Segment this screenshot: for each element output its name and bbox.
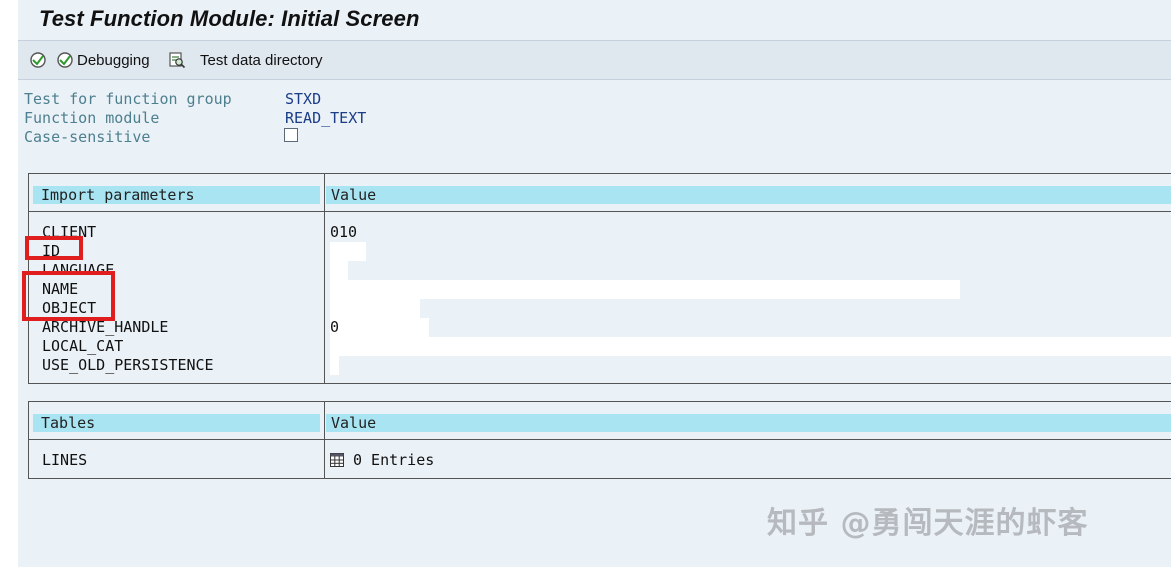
execute-button[interactable] <box>29 49 47 71</box>
table-entries-cell[interactable]: 0 Entries <box>330 451 434 470</box>
table-icon <box>330 453 344 467</box>
case-sensitive-label: Case-sensitive <box>24 128 151 146</box>
param-value-input[interactable]: 010 <box>330 223 357 242</box>
table-row-lines: LINES 0 Entries <box>29 451 1171 470</box>
param-row-client: CLIENT 010 <box>29 223 1171 242</box>
param-value-input[interactable] <box>330 299 420 318</box>
param-name: USE_OLD_PERSISTENCE <box>42 356 214 374</box>
test-data-directory-button[interactable]: Test data directory <box>168 49 323 71</box>
param-row-language: LANGUAGE <box>29 261 1171 280</box>
table-entries-count: 0 Entries <box>353 451 435 469</box>
param-value-input[interactable]: 0 <box>330 318 429 337</box>
debugging-label: Debugging <box>77 51 150 69</box>
import-parameters-header: Import parameters <box>33 186 320 204</box>
param-row-archive-handle: ARCHIVE_HANDLE 0 <box>29 318 1171 337</box>
tables-value-header: Value <box>326 414 1171 432</box>
param-row-object: OBJECT <box>29 299 1171 318</box>
param-value-input[interactable] <box>330 356 339 375</box>
function-group-label: Test for function group <box>24 90 232 108</box>
screen-title: Test Function Module: Initial Screen <box>39 6 420 31</box>
param-row-id: ID <box>29 242 1171 261</box>
param-row-name: NAME <box>29 280 1171 299</box>
sap-window: Test Function Module: Initial Screen Deb… <box>18 0 1171 567</box>
param-row-local-cat: LOCAL_CAT <box>29 337 1171 356</box>
test-data-directory-label: Test data directory <box>200 51 323 69</box>
param-value-input[interactable] <box>330 242 366 261</box>
function-module-label: Function module <box>24 109 160 127</box>
watermark: 知乎 @勇闯天涯的虾客 <box>767 506 1089 541</box>
test-data-directory-icon <box>169 52 186 69</box>
tables-header: Tables <box>33 414 320 432</box>
table-name: LINES <box>42 451 88 469</box>
param-value-input[interactable] <box>330 280 960 299</box>
tables-grid: Tables Value LINES 0 Entries <box>28 401 1171 479</box>
header-divider <box>29 439 1171 440</box>
title-bar: Test Function Module: Initial Screen <box>18 0 1171 41</box>
debug-icon <box>57 52 73 68</box>
debugging-button[interactable]: Debugging <box>56 49 150 71</box>
import-value-header: Value <box>326 186 1171 204</box>
highlight-box-id <box>25 236 83 260</box>
header-divider <box>29 211 1171 212</box>
function-module-value: READ_TEXT <box>285 109 367 127</box>
execute-icon <box>30 52 46 68</box>
param-name: LOCAL_CAT <box>42 337 124 355</box>
highlight-box-name-object <box>22 271 115 321</box>
function-group-value: STXD <box>285 90 322 108</box>
param-value-input[interactable] <box>330 337 1171 356</box>
case-sensitive-checkbox[interactable] <box>284 128 298 142</box>
import-parameters-grid: Import parameters Value CLIENT 010 ID LA… <box>28 173 1171 384</box>
application-toolbar: Debugging Test data directory <box>18 41 1171 80</box>
param-value-input[interactable] <box>330 261 348 280</box>
param-row-use-old-persistence: USE_OLD_PERSISTENCE <box>29 356 1171 375</box>
